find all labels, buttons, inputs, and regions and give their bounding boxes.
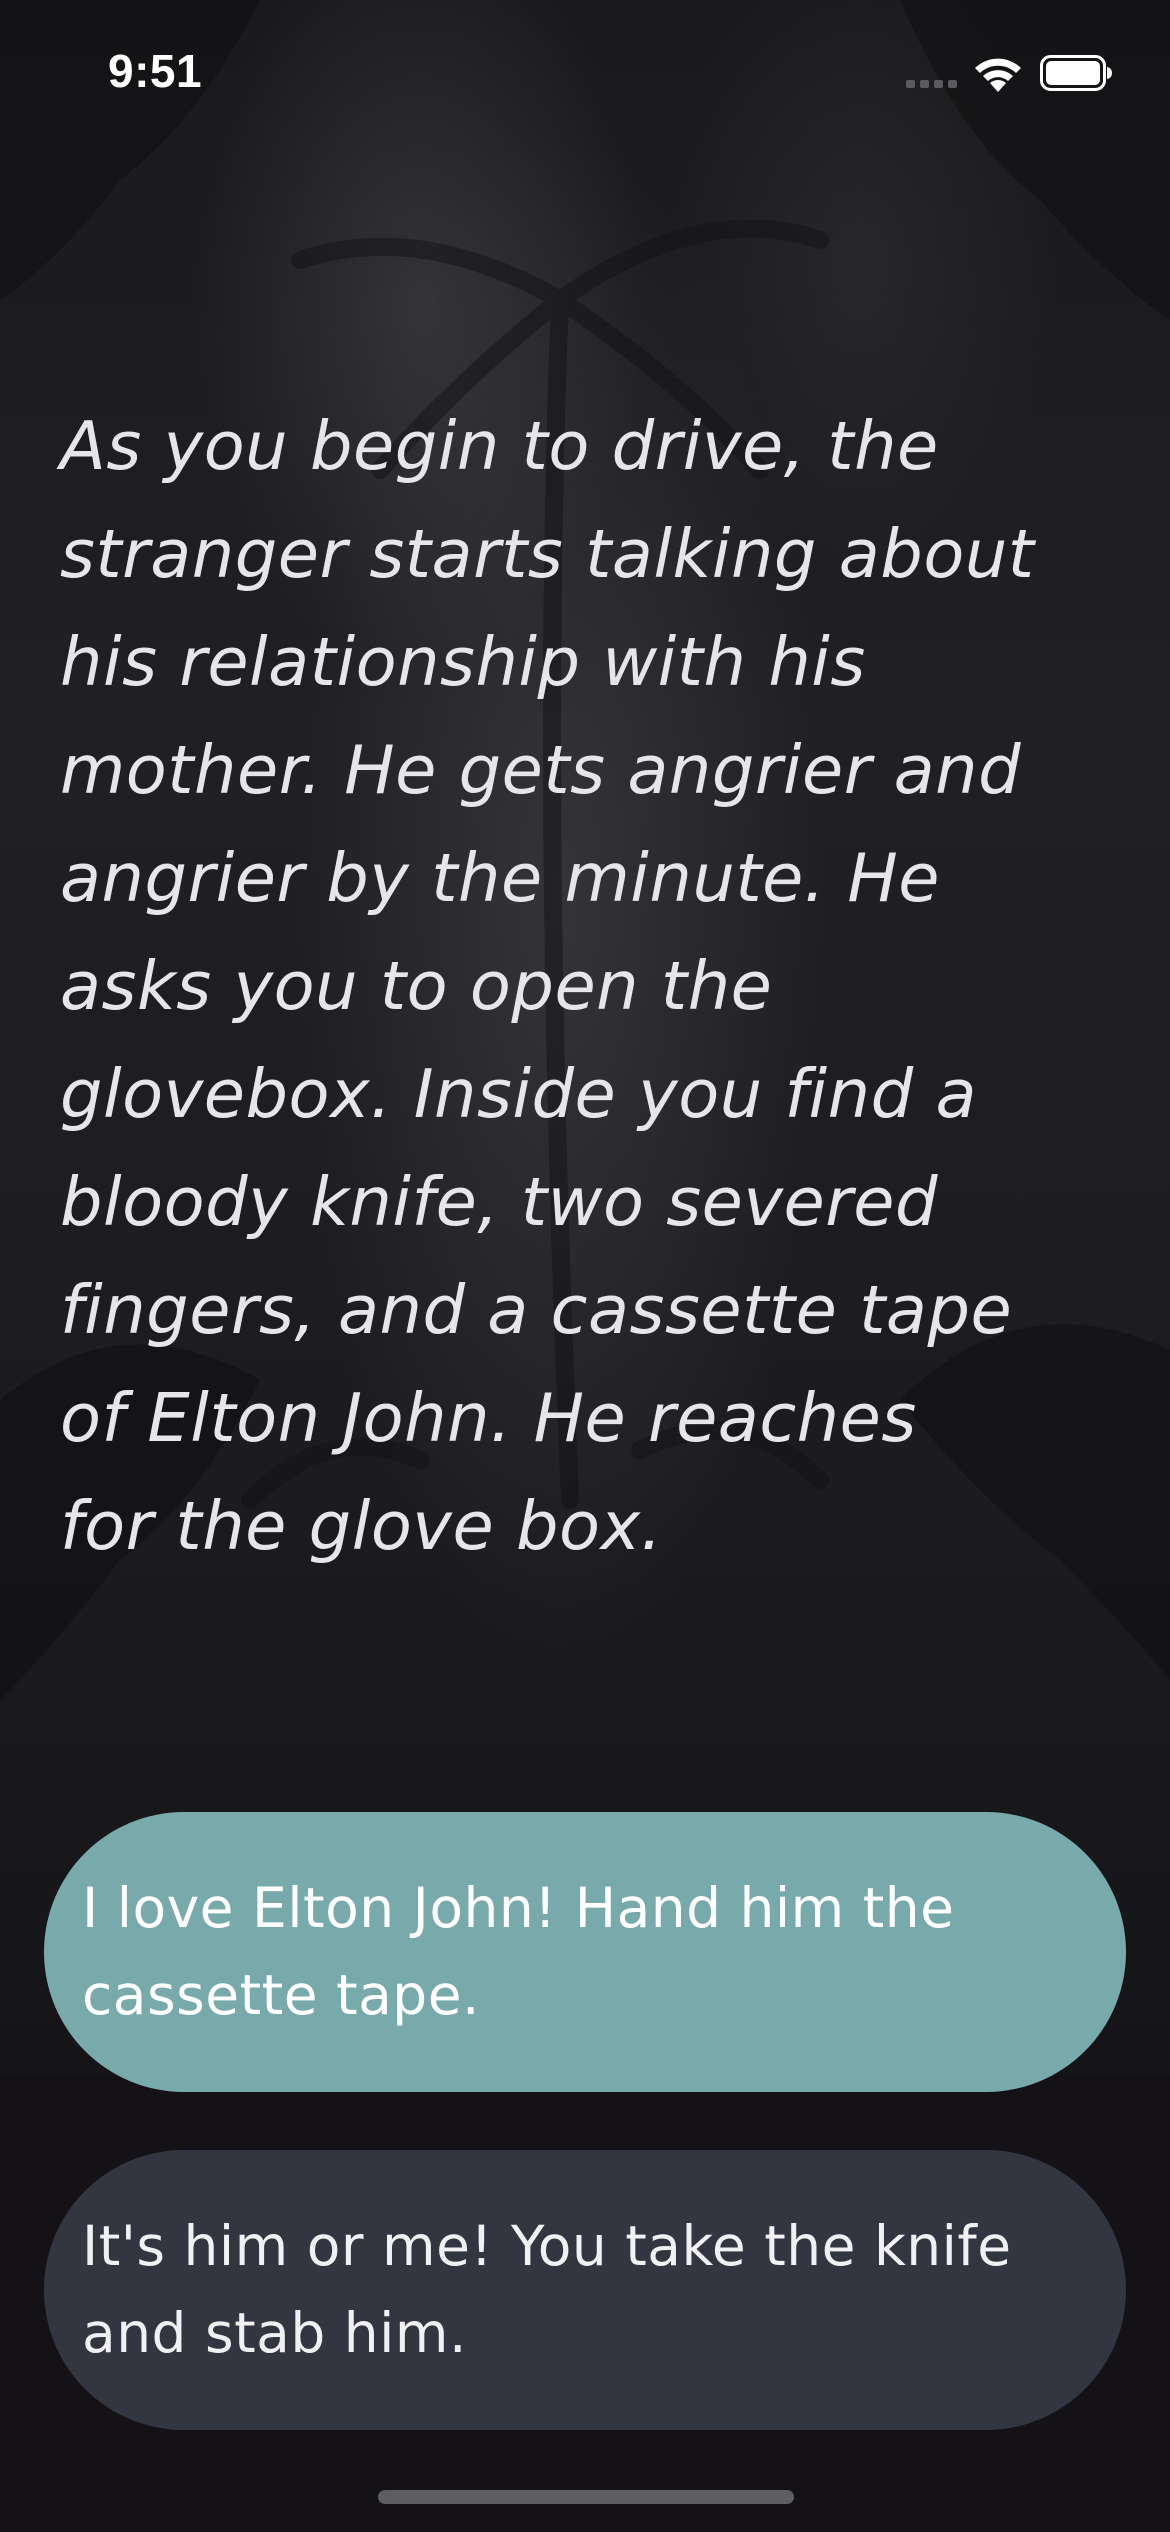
choice-button-1[interactable]: I love Elton John! Hand him the cassette…	[44, 1812, 1126, 2092]
story-text: As you begin to drive, the stranger star…	[60, 407, 1035, 1565]
choice-label: I love Elton John! Hand him the cassette…	[82, 1876, 955, 2027]
choice-label: It's him or me! You take the knife and s…	[82, 2214, 1012, 2365]
choice-button-2[interactable]: It's him or me! You take the knife and s…	[44, 2150, 1126, 2430]
story-screen: 9:51 As you begin to drive, the stranger…	[0, 0, 1170, 2532]
status-bar: 9:51	[0, 0, 1170, 150]
status-time: 9:51	[108, 45, 203, 97]
home-indicator[interactable]	[378, 2490, 794, 2504]
battery-icon	[1040, 55, 1112, 91]
cellular-signal-icon	[906, 80, 957, 88]
wifi-icon	[975, 58, 1021, 92]
